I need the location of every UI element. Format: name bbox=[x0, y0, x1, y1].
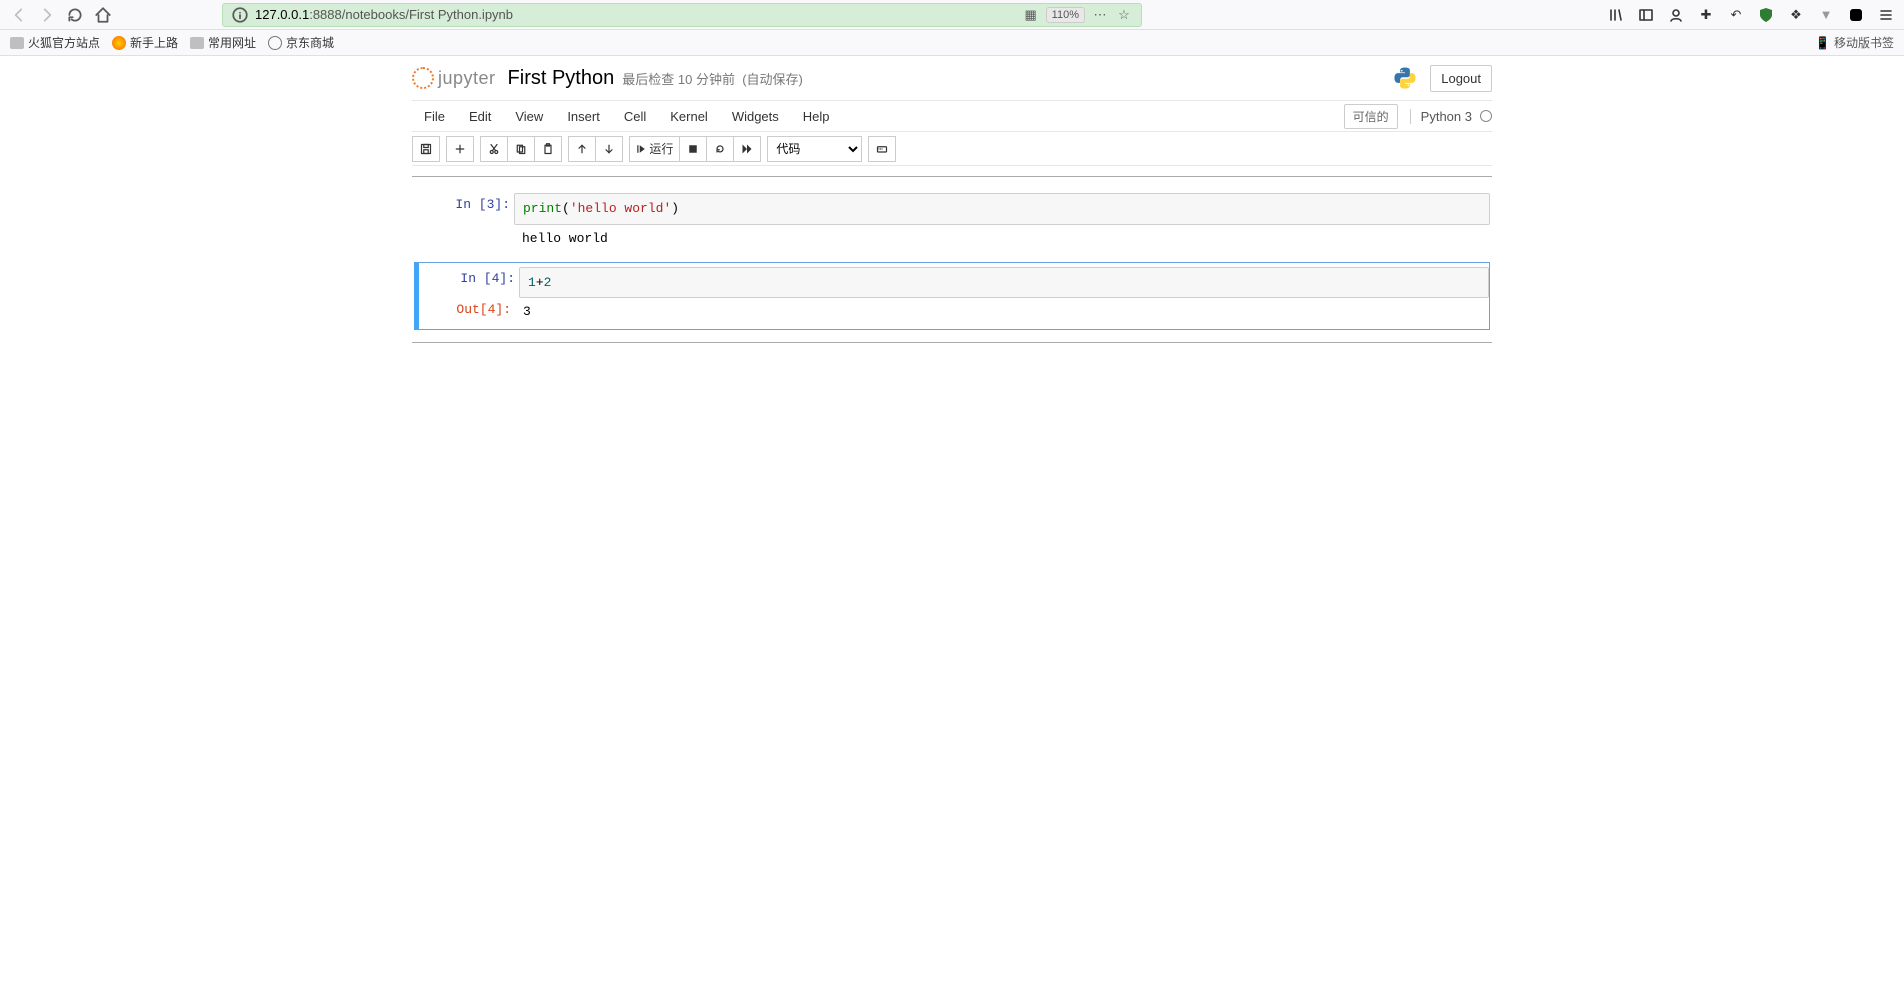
command-palette-button[interactable] bbox=[868, 136, 896, 162]
code-cell[interactable]: In [4]: 1+2 Out[4]: 3 bbox=[414, 262, 1490, 331]
notebook-container: In [3]: print('hello world') hello world… bbox=[412, 176, 1492, 383]
menu-insert[interactable]: Insert bbox=[555, 103, 612, 130]
code-cell[interactable]: In [3]: print('hello world') hello world bbox=[414, 189, 1490, 256]
restart-run-all-button[interactable] bbox=[733, 136, 761, 162]
bookmarks-bar: 火狐官方站点 新手上路 常用网址 京东商城 📱移动版书签 bbox=[0, 30, 1904, 56]
python-logo-icon bbox=[1392, 65, 1418, 91]
bookmark-item[interactable]: 京东商城 bbox=[268, 34, 334, 51]
info-icon bbox=[231, 6, 249, 24]
undo-icon[interactable]: ↶ bbox=[1728, 7, 1744, 23]
shield-icon[interactable] bbox=[1758, 7, 1774, 23]
menu-help[interactable]: Help bbox=[791, 103, 842, 130]
url-bar[interactable]: 127.0.0.1:8888/notebooks/First Python.ip… bbox=[222, 3, 1142, 27]
menu-view[interactable]: View bbox=[503, 103, 555, 130]
bookmark-item[interactable]: 火狐官方站点 bbox=[10, 34, 100, 51]
bookmark-item[interactable]: 新手上路 bbox=[112, 34, 178, 51]
cell-stdout: hello world bbox=[514, 225, 1490, 252]
notebook-toolbar: 运行 代码 bbox=[412, 132, 1492, 166]
extension2-icon[interactable]: ❖ bbox=[1788, 7, 1804, 23]
kernel-idle-icon bbox=[1480, 110, 1492, 122]
jupyter-logo-text: jupyter bbox=[438, 68, 496, 89]
insert-cell-button[interactable] bbox=[446, 136, 474, 162]
menu-file[interactable]: File bbox=[412, 103, 457, 130]
move-up-button[interactable] bbox=[568, 136, 596, 162]
url-text: 127.0.0.1:8888/notebooks/First Python.ip… bbox=[255, 7, 1016, 22]
menu-edit[interactable]: Edit bbox=[457, 103, 503, 130]
out-prompt: Out[4]: bbox=[419, 298, 515, 325]
menu-widgets[interactable]: Widgets bbox=[720, 103, 791, 130]
forward-button[interactable] bbox=[38, 6, 56, 24]
browser-toolbar: 127.0.0.1:8888/notebooks/First Python.ip… bbox=[0, 0, 1904, 30]
run-button[interactable]: 运行 bbox=[629, 136, 680, 162]
menu-icon[interactable] bbox=[1878, 7, 1894, 23]
restart-button[interactable] bbox=[706, 136, 734, 162]
globe-icon bbox=[268, 36, 282, 50]
cells-area: In [3]: print('hello world') hello world… bbox=[412, 176, 1492, 343]
folder-icon bbox=[190, 37, 204, 49]
interrupt-button[interactable] bbox=[679, 136, 707, 162]
reload-button[interactable] bbox=[66, 6, 84, 24]
cell-output: 3 bbox=[515, 298, 539, 325]
cut-button[interactable] bbox=[480, 136, 508, 162]
account-icon[interactable] bbox=[1668, 7, 1684, 23]
checkpoint-status: 最后检查 10 分钟前 (自动保存) bbox=[622, 69, 803, 88]
notebook-title[interactable]: First Python bbox=[508, 67, 615, 90]
jupyter-logo[interactable]: jupyter bbox=[412, 67, 496, 89]
extension4-icon[interactable] bbox=[1848, 7, 1864, 23]
browser-right-icons: ✚ ↶ ❖ ▼ bbox=[1608, 7, 1894, 23]
move-down-button[interactable] bbox=[595, 136, 623, 162]
paste-button[interactable] bbox=[534, 136, 562, 162]
jupyter-orb-icon bbox=[412, 67, 434, 89]
kernel-indicator[interactable]: Python 3 bbox=[1410, 109, 1492, 124]
mobile-bookmarks[interactable]: 📱移动版书签 bbox=[1815, 34, 1894, 51]
in-prompt: In [3]: bbox=[414, 193, 514, 252]
firefox-icon bbox=[112, 36, 126, 50]
phone-icon: 📱 bbox=[1815, 36, 1830, 50]
copy-button[interactable] bbox=[507, 136, 535, 162]
back-button[interactable] bbox=[10, 6, 28, 24]
cell-type-select[interactable]: 代码 bbox=[767, 136, 862, 162]
page-actions-button[interactable]: ⋯ bbox=[1091, 6, 1109, 24]
menubar: File Edit View Insert Cell Kernel Widget… bbox=[412, 100, 1492, 132]
qr-icon[interactable]: ▦ bbox=[1022, 6, 1040, 24]
extension3-icon[interactable]: ▼ bbox=[1818, 7, 1834, 23]
trusted-indicator[interactable]: 可信的 bbox=[1344, 104, 1398, 129]
logout-button[interactable]: Logout bbox=[1430, 65, 1492, 92]
library-icon[interactable] bbox=[1608, 7, 1624, 23]
cell-input[interactable]: print('hello world') bbox=[514, 193, 1490, 225]
save-button[interactable] bbox=[412, 136, 440, 162]
zoom-badge[interactable]: 110% bbox=[1046, 7, 1085, 23]
menu-cell[interactable]: Cell bbox=[612, 103, 658, 130]
menu-kernel[interactable]: Kernel bbox=[658, 103, 720, 130]
sidebar-icon[interactable] bbox=[1638, 7, 1654, 23]
home-button[interactable] bbox=[94, 6, 112, 24]
star-icon[interactable]: ☆ bbox=[1115, 6, 1133, 24]
notebook-header: jupyter First Python 最后检查 10 分钟前 (自动保存) … bbox=[412, 56, 1492, 100]
extension1-icon[interactable]: ✚ bbox=[1698, 7, 1714, 23]
cell-input[interactable]: 1+2 bbox=[519, 267, 1489, 299]
bookmark-item[interactable]: 常用网址 bbox=[190, 34, 256, 51]
folder-icon bbox=[10, 37, 24, 49]
